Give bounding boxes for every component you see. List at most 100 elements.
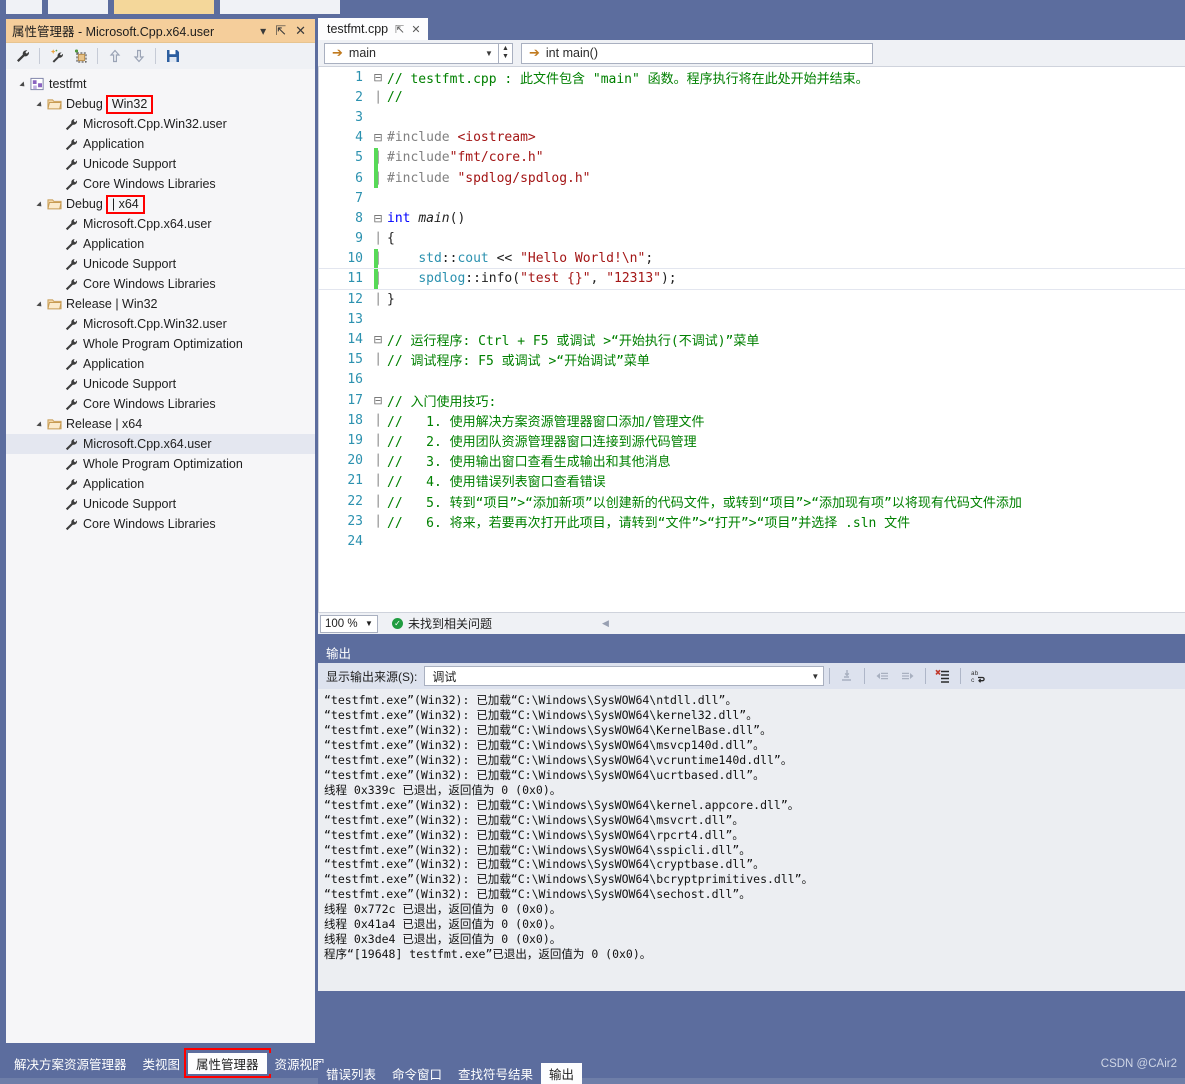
tree-item-core-windows-libraries[interactable]: Core Windows Libraries <box>6 274 315 294</box>
collapse-icon[interactable]: ⊟ <box>371 333 385 346</box>
collapse-icon[interactable]: ⊟ <box>371 71 385 84</box>
code-line[interactable]: 4⊟#include <iostream> <box>319 128 1185 148</box>
go-to-next-message-icon[interactable] <box>896 665 920 687</box>
bottom-tab-left[interactable]: 属性管理器 <box>188 1053 267 1074</box>
move-up-icon[interactable] <box>104 46 125 67</box>
bottom-tab-right[interactable]: 查找符号结果 <box>450 1063 541 1084</box>
save-icon[interactable] <box>162 46 183 67</box>
scroll-left-icon[interactable]: ◀ <box>602 618 609 629</box>
bottom-tab-left[interactable]: 类视图 <box>135 1053 189 1074</box>
code-line[interactable]: 9│{ <box>319 229 1185 249</box>
chevron-down-icon[interactable]: ▼ <box>361 619 377 628</box>
output-console-text[interactable]: “testfmt.exe”(Win32): 已加载“C:\Windows\Sys… <box>318 689 1185 991</box>
tree-item-microsoft-cpp-win32-user[interactable]: Microsoft.Cpp.Win32.user <box>6 314 315 334</box>
pane-splitter[interactable] <box>318 634 1185 641</box>
tree-item-whole-program-optimization[interactable]: Whole Program Optimization <box>6 454 315 474</box>
tree-item-testfmt[interactable]: testfmt <box>6 74 315 94</box>
tree-item-application[interactable]: Application <box>6 474 315 494</box>
code-line[interactable]: 16 <box>319 370 1185 390</box>
code-line[interactable]: 13 <box>319 309 1185 329</box>
code-line[interactable]: 8⊟int main() <box>319 208 1185 228</box>
tree-item-core-windows-libraries[interactable]: Core Windows Libraries <box>6 394 315 414</box>
code-line[interactable]: 18│// 1. 使用解决方案资源管理器窗口添加/管理文件 <box>319 410 1185 430</box>
code-text: // <box>385 90 403 105</box>
code-line[interactable]: 11│ spdlog::info("test {}", "12313"); <box>319 269 1185 289</box>
bottom-tab-right[interactable]: 错误列表 <box>318 1063 384 1084</box>
tab-testfmt-cpp[interactable]: testfmt.cpp ⇱ ✕ <box>318 18 428 40</box>
property-manager-tree[interactable]: testfmtDebugWin32Microsoft.Cpp.Win32.use… <box>6 69 315 1043</box>
tree-item-unicode-support[interactable]: Unicode Support <box>6 494 315 514</box>
code-line[interactable]: 15│// 调试程序: F5 或调试 >“开始调试”菜单 <box>319 350 1185 370</box>
tree-item-core-windows-libraries[interactable]: Core Windows Libraries <box>6 174 315 194</box>
toggle-word-wrap-icon[interactable]: abc <box>966 665 990 687</box>
close-icon[interactable]: ✕ <box>411 23 420 36</box>
chevron-down-icon[interactable]: ▼ <box>807 672 823 681</box>
collapse-icon[interactable]: ⊟ <box>371 394 385 407</box>
code-line[interactable]: 24 <box>319 531 1185 551</box>
tree-item-microsoft-cpp-x64-user[interactable]: Microsoft.Cpp.x64.user <box>6 434 315 454</box>
code-line[interactable]: 7 <box>319 188 1185 208</box>
pin-icon[interactable]: ⇱ <box>275 24 286 37</box>
code-line[interactable]: 23│// 6. 将来，若要再次打开此项目，请转到“文件”>“打开”>“项目”并… <box>319 511 1185 531</box>
code-line[interactable]: 6│#include "spdlog/spdlog.h" <box>319 168 1185 188</box>
code-text: std::cout << "Hello World!\n"; <box>385 251 653 266</box>
clear-all-icon[interactable] <box>931 665 955 687</box>
find-message-source-icon[interactable] <box>835 665 859 687</box>
code-line[interactable]: 17⊟// 入门使用技巧: <box>319 390 1185 410</box>
bottom-tab-right[interactable]: 命令窗口 <box>384 1063 450 1084</box>
tree-item-application[interactable]: Application <box>6 134 315 154</box>
code-line[interactable]: 14⊟// 运行程序: Ctrl + F5 或调试 >“开始执行(不调试)”菜单 <box>319 329 1185 349</box>
collapse-icon[interactable]: ⊟ <box>371 212 385 225</box>
chevron-down-icon[interactable]: ▾ <box>260 25 266 37</box>
close-icon[interactable]: ✕ <box>295 24 306 37</box>
chevron-down-icon[interactable]: ▼ <box>480 49 498 58</box>
output-line: 线程 0x339c 已退出，返回值为 0 (0x0)。 <box>324 783 1185 798</box>
expander-icon[interactable] <box>31 297 45 311</box>
toolbar-separator <box>39 48 40 64</box>
code-line[interactable]: 21│// 4. 使用错误列表窗口查看错误 <box>319 471 1185 491</box>
code-line[interactable]: 20│// 3. 使用输出窗口查看生成输出和其他消息 <box>319 451 1185 471</box>
expander-icon[interactable] <box>31 97 45 111</box>
code-line[interactable]: 22│// 5. 转到“项目”>“添加新项”以创建新的代码文件，或转到“项目”>… <box>319 491 1185 511</box>
tree-item-release-win32[interactable]: Release | Win32 <box>6 294 315 314</box>
code-editor[interactable]: 1⊟// testfmt.cpp : 此文件包含 "main" 函数。程序执行将… <box>318 67 1185 612</box>
tree-item-debug[interactable]: Debug| x64 <box>6 194 315 214</box>
zoom-level-dropdown[interactable]: 100 % ▼ <box>320 615 378 633</box>
output-source-dropdown[interactable]: 调试 ▼ <box>424 666 824 686</box>
tree-item-unicode-support[interactable]: Unicode Support <box>6 254 315 274</box>
code-line[interactable]: 5│#include"fmt/core.h" <box>319 148 1185 168</box>
tree-item-unicode-support[interactable]: Unicode Support <box>6 374 315 394</box>
code-line[interactable]: 19│// 2. 使用团队资源管理器窗口连接到源代码管理 <box>319 430 1185 450</box>
expander-icon[interactable] <box>31 197 45 211</box>
tree-item-application[interactable]: Application <box>6 354 315 374</box>
tree-item-release-x64[interactable]: Release | x64 <box>6 414 315 434</box>
tree-item-application[interactable]: Application <box>6 234 315 254</box>
tree-item-microsoft-cpp-x64-user[interactable]: Microsoft.Cpp.x64.user <box>6 214 315 234</box>
code-line[interactable]: 1⊟// testfmt.cpp : 此文件包含 "main" 函数。程序执行将… <box>319 67 1185 87</box>
pin-icon[interactable]: ⇱ <box>395 23 404 36</box>
scope-dropdown[interactable]: ➔ main ▼ <box>324 43 499 64</box>
add-new-project-property-sheet-icon[interactable] <box>46 46 67 67</box>
code-line[interactable]: 2│// <box>319 87 1185 107</box>
bottom-tab-left[interactable]: 解决方案资源管理器 <box>6 1053 135 1074</box>
collapse-icon[interactable]: ⊟ <box>371 131 385 144</box>
member-dropdown[interactable]: ➔ int main() <box>521 43 873 64</box>
code-line[interactable]: 10│ std::cout << "Hello World!\n"; <box>319 249 1185 269</box>
tree-item-unicode-support[interactable]: Unicode Support <box>6 154 315 174</box>
expander-icon[interactable] <box>14 77 28 91</box>
go-to-previous-message-icon[interactable] <box>870 665 894 687</box>
tree-item-microsoft-cpp-win32-user[interactable]: Microsoft.Cpp.Win32.user <box>6 114 315 134</box>
bottom-tab-right[interactable]: 输出 <box>541 1063 582 1084</box>
add-existing-property-sheet-icon[interactable] <box>70 46 91 67</box>
move-down-icon[interactable] <box>128 46 149 67</box>
expander-icon[interactable] <box>31 417 45 431</box>
code-text: // 5. 转到“项目”>“添加新项”以创建新的代码文件，或转到“项目”>“添加… <box>385 492 1022 511</box>
tree-item-core-windows-libraries[interactable]: Core Windows Libraries <box>6 514 315 534</box>
code-line[interactable]: 3 <box>319 107 1185 127</box>
tree-item-whole-program-optimization[interactable]: Whole Program Optimization <box>6 334 315 354</box>
tree-item-label: Unicode Support <box>80 257 176 271</box>
scope-spinner[interactable]: ▲▼ <box>499 43 513 64</box>
tree-item-debug[interactable]: DebugWin32 <box>6 94 315 114</box>
properties-icon[interactable] <box>12 46 33 67</box>
code-line[interactable]: 12│} <box>319 289 1185 309</box>
